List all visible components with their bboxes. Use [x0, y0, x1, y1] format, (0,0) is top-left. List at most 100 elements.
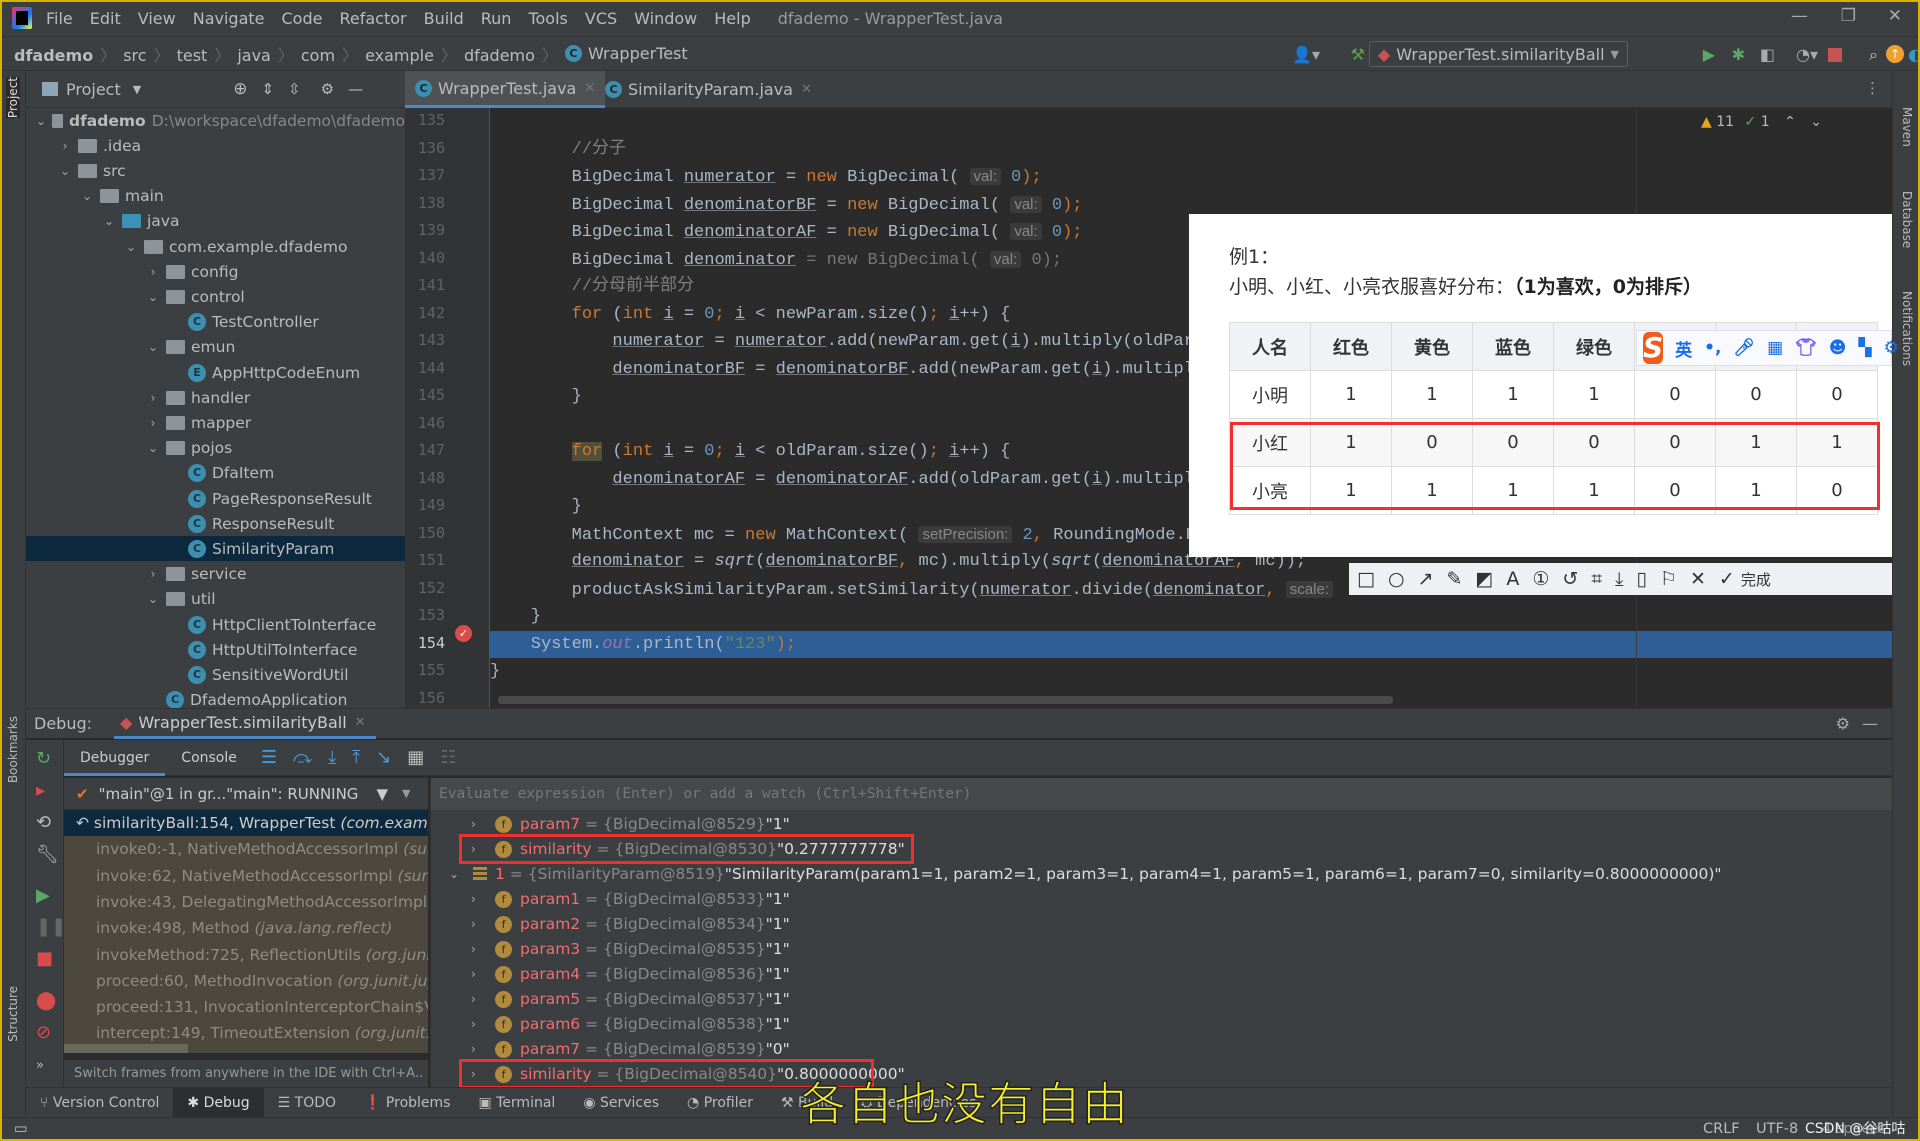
tree-item[interactable]: E AppHttpCodeEnum: [26, 360, 405, 385]
chevron-right-icon[interactable]: ›: [471, 912, 485, 937]
stop-icon[interactable]: [1828, 48, 1842, 62]
chevron-down-icon[interactable]: ⌄: [80, 189, 94, 203]
undo-icon[interactable]: ↺: [1562, 568, 1578, 590]
frames-scrollbar[interactable]: [64, 1044, 188, 1053]
stack-frame[interactable]: invoke:62, NativeMethodAccessorImpl (sun…: [64, 863, 428, 889]
chevron-right-icon[interactable]: ›: [471, 962, 485, 987]
prev-highlight-icon[interactable]: ⌃: [1784, 114, 1796, 130]
keyboard-icon[interactable]: ▦: [1767, 338, 1783, 358]
menu-help[interactable]: Help: [714, 9, 750, 28]
skin-icon[interactable]: 👕︎: [1795, 338, 1817, 358]
menu-vcs[interactable]: VCS: [585, 9, 617, 28]
done-button[interactable]: ✓ 完成: [1719, 568, 1771, 590]
mosaic-icon[interactable]: ◩: [1475, 568, 1493, 590]
close-tab-icon[interactable]: ✕: [801, 82, 812, 97]
menu-tools[interactable]: Tools: [528, 9, 567, 28]
ellipse-icon[interactable]: ○: [1388, 568, 1405, 590]
tree-item[interactable]: ⌄ src: [26, 158, 405, 183]
chevron-down-icon[interactable]: ⌄: [449, 862, 463, 887]
stack-frame[interactable]: invokeMethod:725, ReflectionUtils (org.j…: [64, 942, 428, 968]
next-highlight-icon[interactable]: ⌄: [1810, 114, 1822, 130]
tree-item[interactable]: C SimilarityParam: [26, 536, 405, 562]
number-icon[interactable]: ①: [1532, 568, 1549, 590]
menu-view[interactable]: View: [138, 9, 176, 28]
tree-item[interactable]: C ResponseResult: [26, 511, 405, 536]
tree-item[interactable]: ⌄ main: [26, 184, 405, 209]
close-session-icon[interactable]: ✕: [355, 715, 366, 730]
hide-panel-icon[interactable]: —: [348, 80, 363, 98]
ime-language[interactable]: 英: [1675, 336, 1692, 361]
tree-item[interactable]: ⌄ com.example.dfademo: [26, 234, 405, 259]
menu-file[interactable]: File: [46, 9, 73, 28]
menu-code[interactable]: Code: [282, 9, 323, 28]
tree-item[interactable]: ⌄ pojos: [26, 436, 405, 461]
rerun-icon[interactable]: ↻: [36, 748, 51, 769]
chevron-right-icon[interactable]: ›: [58, 139, 72, 153]
debug-session-tab[interactable]: ◆ WrapperTest.similarityBall ✕: [114, 709, 376, 739]
horizontal-scrollbar[interactable]: [498, 696, 1393, 704]
cancel-icon[interactable]: ✕: [1690, 568, 1706, 590]
stack-frame[interactable]: invoke:43, DelegatingMethodAccessorImpl …: [64, 889, 428, 915]
rerun-failed-icon[interactable]: ▸: [36, 780, 45, 801]
rectangle-icon[interactable]: □: [1357, 568, 1375, 590]
bookmarks-tool-button[interactable]: Bookmarks: [6, 716, 20, 783]
inspection-widget[interactable]: ▲ 11 ✓ 1 ⌃ ⌄: [1701, 114, 1822, 130]
chevron-right-icon[interactable]: ›: [471, 1012, 485, 1037]
tool-todo[interactable]: ☰ TODO: [264, 1088, 350, 1118]
coverage-icon[interactable]: ◧: [1760, 45, 1775, 64]
tool-terminal[interactable]: ▣ Terminal: [464, 1088, 569, 1118]
variable-row[interactable]: › f param5 = {BigDecimal@8537} "1": [471, 987, 790, 1012]
tab-console[interactable]: Console: [165, 740, 253, 776]
breadcrumb-item[interactable]: java: [237, 46, 271, 65]
download-icon[interactable]: ⤓: [1615, 568, 1623, 590]
variable-row[interactable]: › f param4 = {BigDecimal@8536} "1": [471, 962, 790, 987]
chevron-down-icon[interactable]: ▼: [402, 787, 410, 800]
more-tabs-icon[interactable]: ⋮: [1865, 79, 1880, 97]
breadcrumb-item[interactable]: dfademo: [464, 46, 535, 65]
close-window-icon[interactable]: ✕: [1888, 6, 1902, 26]
step-out-icon[interactable]: ⤒: [352, 747, 360, 768]
breadcrumb-item[interactable]: com: [301, 46, 335, 65]
stack-frame[interactable]: invoke:498, Method (java.lang.reflect): [64, 915, 428, 941]
restore-icon[interactable]: ❐: [1841, 6, 1856, 26]
expand-all-icon[interactable]: ⇕: [261, 80, 274, 98]
chevron-down-icon[interactable]: ⌄: [146, 290, 160, 304]
emoji-icon[interactable]: ☻: [1829, 338, 1847, 358]
trace-icon[interactable]: ☷: [440, 747, 456, 768]
tree-item[interactable]: ⌄ emun: [26, 335, 405, 360]
thread-selector[interactable]: ✔ "main"@1 in gr..."main": RUNNING ▼ ▼: [64, 778, 428, 810]
breadcrumb-item[interactable]: dfademo: [14, 46, 93, 65]
structure-tool-button[interactable]: Structure: [6, 986, 20, 1042]
variable-row[interactable]: ⌄ 1 = {SimilarityParam@8519} "SimilarityP…: [449, 862, 1722, 887]
text-icon[interactable]: A: [1506, 568, 1519, 590]
chevron-down-icon[interactable]: ⌄: [146, 592, 160, 606]
tab-wrappertest[interactable]: C WrapperTest.java ✕: [405, 71, 606, 108]
tree-item[interactable]: › handler: [26, 385, 405, 410]
tree-item[interactable]: ⌄ util: [26, 587, 405, 612]
breakpoint-icon[interactable]: ✓: [455, 625, 472, 642]
stop-icon[interactable]: ■: [36, 948, 53, 969]
apps-icon[interactable]: ▚: [1858, 338, 1871, 358]
tree-item[interactable]: ⌄ control: [26, 284, 405, 309]
minimize-icon[interactable]: —: [1791, 6, 1808, 26]
stack-frame[interactable]: ↶ similarityBall:154, WrapperTest (com.e…: [64, 810, 428, 836]
stack-frame[interactable]: intercept:149, TimeoutExtension (org.jun…: [64, 1020, 428, 1046]
microphone-icon[interactable]: 🎤︎: [1734, 338, 1756, 358]
ocr-icon[interactable]: ⌗: [1591, 568, 1602, 590]
variable-row[interactable]: › f param1 = {BigDecimal@8533} "1": [471, 887, 790, 912]
menu-build[interactable]: Build: [424, 9, 464, 28]
breadcrumb-item[interactable]: example: [365, 46, 434, 65]
tree-item[interactable]: C DfademoApplication: [26, 688, 405, 708]
evaluate-icon[interactable]: ▦: [407, 747, 424, 768]
project-view-select[interactable]: Project: [66, 80, 121, 99]
variable-row[interactable]: › f param2 = {BigDecimal@8534} "1": [471, 912, 790, 937]
chevron-right-icon[interactable]: ›: [146, 567, 160, 581]
close-tab-icon[interactable]: ✕: [584, 81, 595, 96]
tree-item[interactable]: C TestController: [26, 310, 405, 335]
tree-item[interactable]: › service: [26, 562, 405, 587]
pause-icon[interactable]: ❚❚: [36, 916, 66, 937]
breadcrumb-item[interactable]: test: [177, 46, 208, 65]
tool-debug[interactable]: ✱ Debug: [173, 1087, 264, 1118]
step-over-icon[interactable]: ⤼: [293, 747, 312, 768]
line-separator[interactable]: CRLF: [1703, 1121, 1740, 1137]
